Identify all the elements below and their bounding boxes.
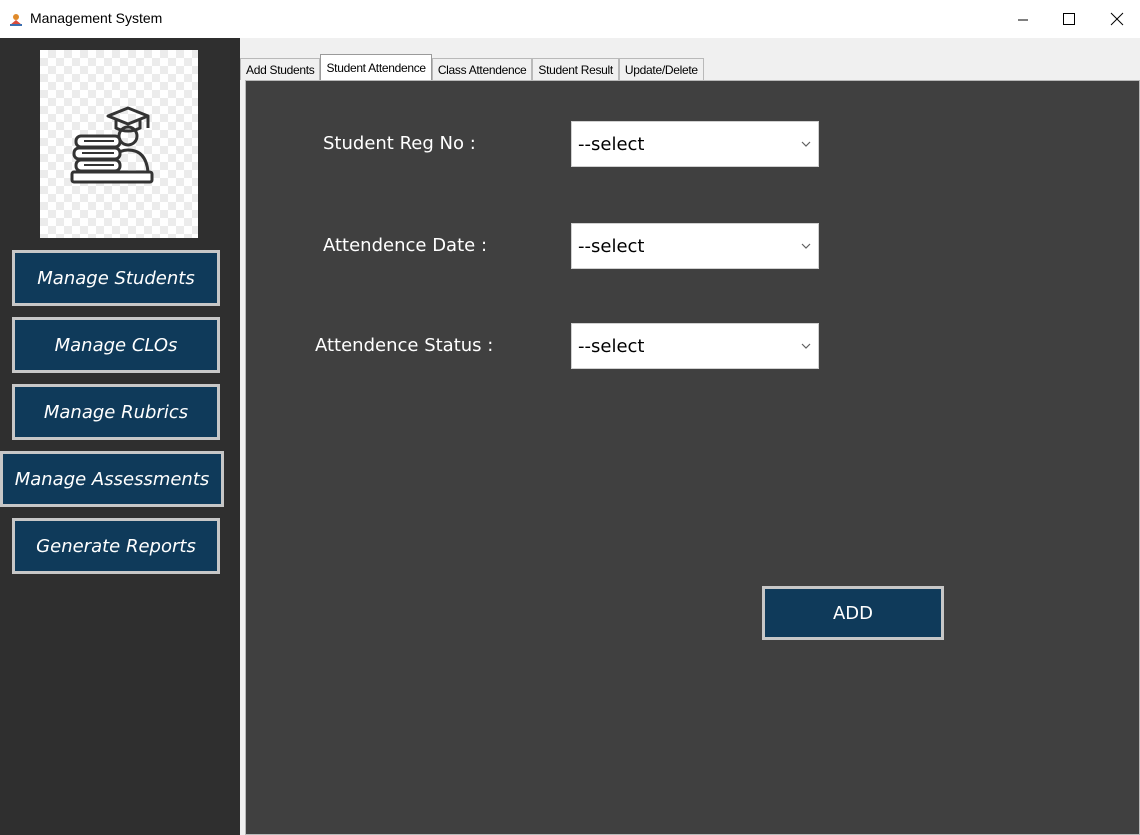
close-button[interactable] (1094, 0, 1140, 38)
window-body: Manage Students Manage CLOs Manage Rubri… (0, 38, 1140, 835)
sidebar: Manage Students Manage CLOs Manage Rubri… (0, 38, 230, 835)
reg-no-label: Student Reg No : (323, 133, 476, 154)
main-content: Add Students Student Attendence Class At… (240, 38, 1140, 835)
tab-class-attendence[interactable]: Class Attendence (431, 58, 533, 80)
tab-student-result[interactable]: Student Result (532, 58, 619, 80)
app-window: Management System Manage Students Manage… (0, 0, 1140, 835)
maximize-icon (1063, 13, 1075, 25)
tab-update-delete[interactable]: Update/Delete (618, 58, 704, 80)
reg-no-select[interactable]: --select (571, 121, 819, 167)
status-select[interactable]: --select (571, 323, 819, 369)
minimize-icon (1018, 19, 1028, 21)
maximize-button[interactable] (1046, 0, 1092, 38)
title-bar: Management System (0, 0, 1140, 38)
chevron-down-icon (801, 343, 811, 349)
attendence-panel: Student Reg No : --select Attendence Dat… (245, 80, 1140, 835)
chevron-down-icon (801, 141, 811, 147)
tab-student-attendence[interactable]: Student Attendence (320, 54, 432, 80)
manage-clos-button[interactable]: Manage CLOs (12, 317, 220, 373)
tab-add-students[interactable]: Add Students (240, 58, 321, 80)
minimize-button[interactable] (1000, 0, 1046, 38)
manage-rubrics-button[interactable]: Manage Rubrics (12, 384, 220, 440)
generate-reports-button[interactable]: Generate Reports (12, 518, 220, 574)
chevron-down-icon (801, 243, 811, 249)
manage-assessments-button[interactable]: Manage Assessments (0, 451, 224, 507)
date-select-value: --select (578, 236, 645, 257)
status-label: Attendence Status : (315, 335, 494, 356)
logo-box (40, 50, 198, 238)
add-button[interactable]: ADD (762, 586, 944, 640)
date-select[interactable]: --select (571, 223, 819, 269)
close-icon (1110, 12, 1124, 26)
manage-students-button[interactable]: Manage Students (12, 250, 220, 306)
reg-no-select-value: --select (578, 134, 645, 155)
tab-strip: Add Students Student Attendence Class At… (240, 54, 704, 80)
date-label: Attendence Date : (323, 235, 488, 256)
app-icon (10, 14, 22, 26)
student-books-icon (70, 106, 154, 184)
window-title: Management System (30, 10, 163, 26)
status-select-value: --select (578, 336, 645, 357)
